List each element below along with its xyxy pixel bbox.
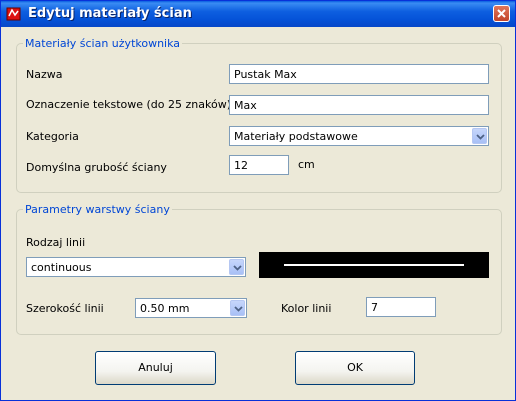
thickness-unit: cm — [298, 158, 315, 171]
window-title: Edytuj materiały ścian — [28, 6, 192, 21]
user-materials-legend: Materiały ścian użytkownika — [25, 37, 181, 50]
close-icon — [497, 9, 506, 18]
line-width-select[interactable]: 0.50 mm — [135, 298, 247, 318]
text-label: Oznaczenie tekstowe (do 25 znaków) — [26, 98, 231, 111]
ok-button[interactable]: OK — [295, 351, 415, 385]
chevron-down-icon — [233, 265, 242, 271]
category-value: Materiały podstawowe — [234, 130, 358, 143]
app-icon — [6, 7, 21, 21]
line-color-label: Kolor linii — [281, 302, 332, 315]
text-input[interactable]: Max — [229, 95, 489, 115]
dialog-window: Edytuj materiały ścian Materiały ścian u… — [0, 0, 516, 401]
name-input[interactable]: Pustak Max — [229, 64, 489, 84]
line-type-dropdown-button[interactable] — [229, 259, 244, 275]
chevron-down-icon — [476, 134, 485, 140]
line-type-label: Rodzaj linii — [26, 236, 86, 249]
thickness-input[interactable]: 12 — [229, 155, 289, 175]
category-dropdown-button[interactable] — [472, 128, 487, 144]
line-type-select[interactable]: continuous — [26, 257, 246, 277]
line-preview-stroke — [284, 264, 464, 266]
line-preview — [259, 252, 489, 278]
title-bar[interactable]: Edytuj materiały ścian — [1, 1, 515, 27]
line-type-value: continuous — [31, 261, 92, 274]
line-width-value: 0.50 mm — [140, 302, 190, 315]
line-width-label: Szerokość linii — [26, 302, 104, 315]
layer-params-legend: Parametry warstwy ściany — [25, 203, 170, 216]
name-label: Nazwa — [26, 68, 63, 81]
thickness-label: Domyślna grubość ściany — [26, 161, 167, 174]
dialog-body: Materiały ścian użytkownika Nazwa Pustak… — [1, 27, 515, 400]
chevron-down-icon — [234, 306, 243, 312]
category-label: Kategoria — [26, 130, 79, 143]
close-button[interactable] — [493, 5, 510, 22]
category-select[interactable]: Materiały podstawowe — [229, 126, 489, 146]
line-color-input[interactable]: 7 — [366, 297, 436, 317]
line-width-dropdown-button[interactable] — [230, 300, 245, 316]
cancel-button[interactable]: Anuluj — [95, 351, 216, 385]
